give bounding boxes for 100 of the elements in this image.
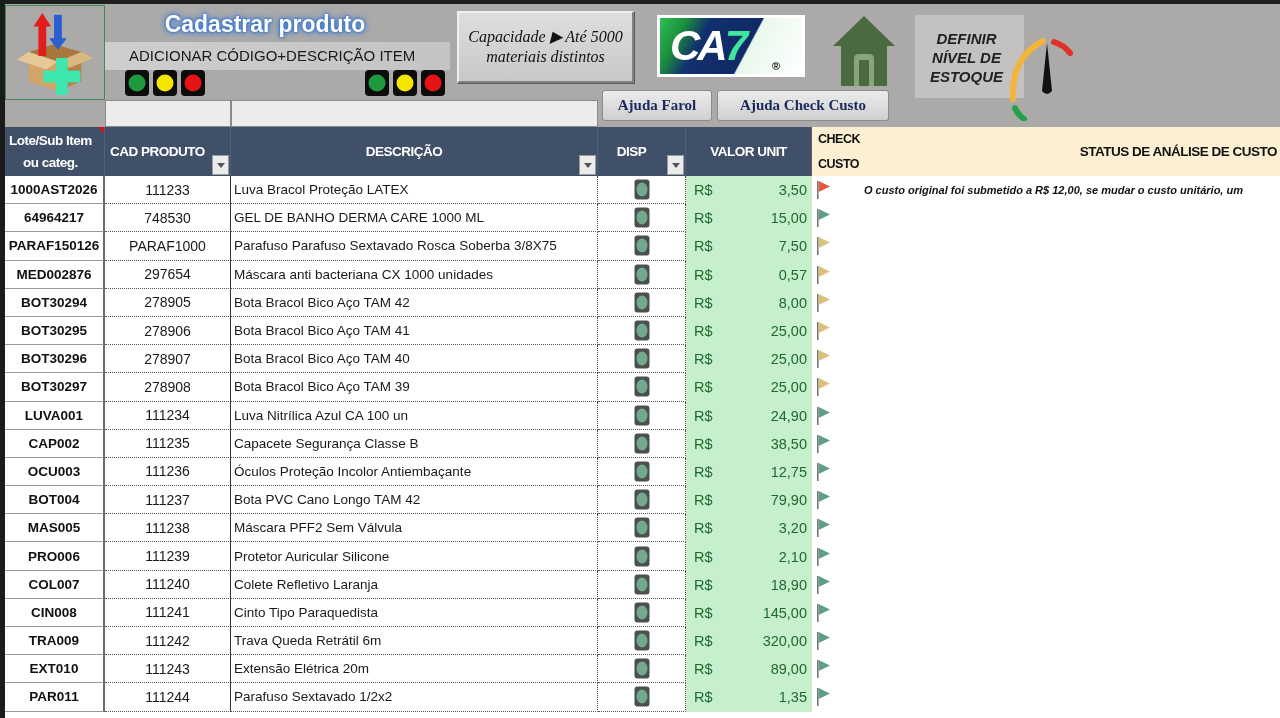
- price-value: 25,00: [770, 379, 807, 396]
- help-button[interactable]: Ajuda Check Custo: [717, 90, 889, 121]
- table-cell: Capacete Segurança Classe B: [231, 429, 598, 458]
- capacity-button[interactable]: Capacidade ▶ Até 5000 materiais distintos: [457, 11, 634, 83]
- filter-button[interactable]: [667, 155, 684, 175]
- table-cell: EXT010: [5, 655, 105, 684]
- input-field[interactable]: [231, 100, 598, 127]
- price-value: 145,00: [762, 604, 807, 621]
- table-cell: 111240: [105, 570, 231, 599]
- help-button[interactable]: Ajuda Farol: [602, 90, 712, 121]
- currency-symbol: R$: [694, 294, 713, 311]
- table-cell: 111241: [105, 598, 231, 627]
- table-cell: BOT30296: [5, 345, 105, 374]
- price-value: 25,00: [770, 351, 807, 368]
- currency-symbol: R$: [694, 182, 713, 199]
- home-icon[interactable]: [832, 15, 896, 87]
- price-value: 3,20: [778, 520, 807, 537]
- currency-symbol: R$: [694, 238, 713, 255]
- table-cell: 111235: [105, 429, 231, 458]
- status-light-icon: [633, 460, 650, 482]
- currency-symbol: R$: [694, 689, 713, 706]
- status-light-icon: [633, 291, 650, 313]
- table-cell: Luva Bracol Proteção LATEX: [231, 176, 598, 205]
- table-cell: PARAF1000: [105, 232, 231, 261]
- table-cell: 111243: [105, 655, 231, 684]
- price-value: 3,50: [778, 182, 807, 199]
- price-value: 2,10: [778, 548, 807, 565]
- page-title: Cadastrar produto: [163, 10, 367, 38]
- table-cell: 278906: [105, 316, 231, 346]
- table-cell: BOT30295: [5, 316, 105, 346]
- price-value: 89,00: [770, 661, 807, 678]
- stock-level-button[interactable]: DEFINIR NÍVEL DE ESTOQUE: [915, 15, 1024, 98]
- table-cell: Óculos Proteção Incolor Antiembaçante: [231, 457, 598, 487]
- table-cell: GEL DE BANHO DERMA CARE 1000 ML: [231, 204, 598, 233]
- table-cell: Bota Bracol Bico Aço TAM 41: [231, 316, 598, 346]
- status-light-icon: [633, 376, 650, 398]
- table-cell: Luva Nitrílica Azul CA 100 un: [231, 401, 598, 430]
- status-light-icon: [633, 179, 650, 201]
- status-light-icon: [633, 545, 650, 567]
- currency-symbol: R$: [694, 407, 713, 424]
- status-light-icon: [633, 489, 650, 511]
- status-light-icon: [633, 658, 650, 680]
- table-cell: CAP002: [5, 429, 105, 458]
- column-title: VALOR UNIT: [710, 142, 787, 161]
- price-value: 1,35: [778, 689, 807, 706]
- price-value: 8,00: [778, 294, 807, 311]
- status-light-icon: [633, 517, 650, 539]
- filter-button[interactable]: [212, 155, 229, 175]
- currency-symbol: R$: [694, 633, 713, 650]
- currency-symbol: R$: [694, 323, 713, 340]
- price-value: 79,90: [770, 492, 807, 509]
- caret-icon: [583, 162, 592, 168]
- table-cell: Cinto Tipo Paraquedista: [231, 598, 598, 627]
- table-cell: 111237: [105, 486, 231, 515]
- status-text: O custo original foi submetido a R$ 12,00, se mudar o custo unitário, um: [864, 183, 1243, 197]
- table-cell: Protetor Auricular Silicone: [231, 542, 598, 571]
- column-title: STATUS DE ANÁLISE DE CUSTO: [1079, 144, 1277, 159]
- status-light-icon: [633, 404, 650, 426]
- table-cell: Bota Bracol Bico Aço TAM 42: [231, 288, 598, 317]
- table-cell: MAS005: [5, 514, 105, 543]
- table-cell: 111233: [105, 176, 231, 205]
- table-cell: 111238: [105, 514, 231, 543]
- currency-symbol: R$: [694, 661, 713, 678]
- column-title: CAD PRODUTO: [110, 142, 205, 161]
- table-cell: Parafuso Sextavado 1/2x2: [231, 683, 598, 712]
- table-cell: 111242: [105, 627, 231, 656]
- table-cell: 748530: [105, 204, 231, 233]
- status-light-icon: [633, 686, 650, 708]
- price-value: 24,90: [770, 407, 807, 424]
- price-value: 15,00: [770, 210, 807, 227]
- filter-button[interactable]: [579, 155, 596, 175]
- currency-symbol: R$: [694, 210, 713, 227]
- currency-symbol: R$: [694, 266, 713, 283]
- input-field[interactable]: [105, 100, 231, 127]
- table-cell: PAR011: [5, 683, 105, 712]
- table-cell: 1000AST2026: [5, 176, 105, 205]
- table-cell: Máscara anti bacteriana CX 1000 unidades: [231, 260, 598, 289]
- table-cell: Máscara PFF2 Sem Válvula: [231, 514, 598, 543]
- table-cell: OCU003: [5, 457, 105, 487]
- table-cell: MED002876: [5, 260, 105, 289]
- status-light-icon: [633, 263, 650, 285]
- currency-symbol: R$: [694, 435, 713, 452]
- table-cell: TRA009: [5, 627, 105, 656]
- status-light-icon: [633, 432, 650, 454]
- price-value: 7,50: [778, 238, 807, 255]
- table-cell: BOT004: [5, 486, 105, 515]
- status-light-icon: [633, 348, 650, 370]
- table-cell: 64964217: [5, 204, 105, 233]
- status-light-icon: [633, 235, 650, 257]
- table-cell: Bota PVC Cano Longo TAM 42: [231, 486, 598, 515]
- logo-text: CA7: [670, 23, 746, 69]
- currency-symbol: R$: [694, 492, 713, 509]
- price-value: 320,00: [762, 633, 807, 650]
- table-cell: Extensão Elétrica 20m: [231, 655, 598, 684]
- table-cell: BOT30294: [5, 288, 105, 317]
- price-value: 25,00: [770, 323, 807, 340]
- subtitle: ADICIONAR CÓDIGO+DESCRIÇÃO ITEM: [105, 42, 450, 70]
- price-value: 12,75: [770, 463, 807, 480]
- caret-icon: [671, 162, 680, 168]
- status-light-icon: [633, 601, 650, 623]
